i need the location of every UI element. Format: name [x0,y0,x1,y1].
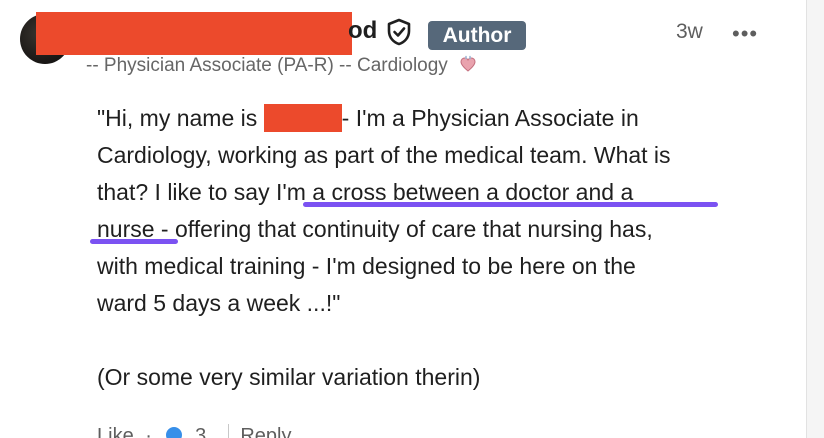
body-line-6: ward 5 days a week ...!" [97,290,341,316]
scrollbar-track[interactable] [806,0,824,438]
verified-shield-icon [387,18,411,46]
body-line-1-start: "Hi, my name is [97,105,264,131]
like-reaction-icon[interactable] [163,425,184,438]
author-badge: Author [428,21,526,50]
comment-paragraph-2: (Or some very similar variation therin) [97,364,481,390]
comment-time: 3w [676,20,703,43]
comment-paragraph-1: "Hi, my name is - I'm a Physician Associ… [97,100,787,322]
comment-body: "Hi, my name is - I'm a Physician Associ… [97,100,787,396]
action-separator: · [145,425,152,438]
headline-text: -- Physician Associate (PA-R) -- Cardiol… [86,55,448,76]
more-options-button[interactable]: ••• [732,21,758,47]
reaction-count[interactable]: 3 [195,425,206,438]
reply-button[interactable]: Reply [240,425,291,438]
body-line-2: Cardiology, working as part of the medic… [97,142,671,168]
body-line-1-end: - I'm a Physician Associate in [341,105,639,131]
body-line-4: nurse - offering that continuity of care… [97,216,653,242]
like-button[interactable]: Like [97,425,134,438]
action-divider [227,424,229,438]
highlight-underline-2 [90,239,178,244]
body-line-1: "Hi, my name is - I'm a Physician Associ… [97,100,787,137]
name-redaction [36,12,352,55]
inline-name-redaction [263,104,342,132]
commenter-headline: -- Physician Associate (PA-R) -- Cardiol… [86,55,477,77]
comment-actions: Like · 3 Reply [97,424,297,438]
commenter-name[interactable]: od [348,17,377,45]
body-line-5: with medical training - I'm designed to … [97,253,636,279]
anatomical-heart-icon [460,55,476,72]
highlight-underline-1 [303,202,718,207]
